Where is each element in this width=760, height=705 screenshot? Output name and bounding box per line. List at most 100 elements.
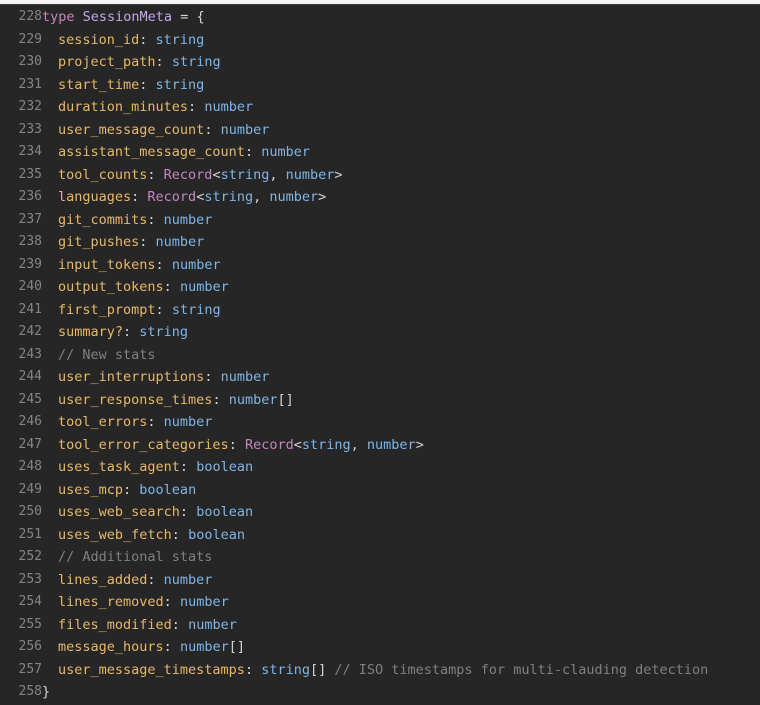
code-line[interactable]: 254 lines_removed: number	[0, 591, 760, 614]
type-annotation: number	[163, 414, 213, 430]
closing-brace: }	[42, 684, 51, 700]
assign-brace: = {	[172, 9, 205, 25]
code-line[interactable]: 255 files_modified: number	[0, 614, 760, 637]
code-line[interactable]: 257 user_message_timestamps: string[] // …	[0, 659, 760, 682]
line-number: 245	[18, 391, 42, 407]
type-arg: number	[366, 436, 416, 453]
code-line[interactable]: 243 // New stats	[0, 344, 760, 367]
angle-close: >	[318, 189, 327, 205]
code-line[interactable]: 238 git_pushes: number	[0, 231, 760, 254]
property-name: output_tokens	[58, 279, 164, 295]
type-arg: number	[285, 166, 335, 183]
property-name: tool_counts	[58, 166, 148, 183]
line-number: 237	[18, 211, 42, 227]
type-arg: string	[220, 166, 270, 183]
array-brackets: []	[309, 661, 327, 678]
colon: :	[155, 256, 172, 273]
type-annotation: number	[204, 99, 254, 115]
property-name: user_response_times	[58, 391, 213, 408]
code-line[interactable]: 236 languages: Record<string, number>	[0, 186, 760, 209]
code-line[interactable]: 239 input_tokens: number	[0, 254, 760, 277]
colon: :	[131, 189, 148, 205]
type-annotation: number	[261, 144, 310, 160]
property-name: summary?	[58, 324, 124, 340]
code-line[interactable]: 248 uses_task_agent: boolean	[0, 456, 760, 479]
comma: ,	[253, 189, 270, 205]
code-editor[interactable]: 228 type SessionMeta = { 229 session_id: s…	[0, 4, 760, 705]
code-line[interactable]: 244 user_interruptions: number	[0, 366, 760, 389]
code-line[interactable]: 232 duration_minutes: number	[0, 96, 760, 119]
angle-open: <	[212, 166, 221, 183]
colon: :	[139, 31, 156, 48]
code-line[interactable]: 241 first_prompt: string	[0, 299, 760, 322]
line-number: 256	[18, 639, 42, 654]
line-number: 254	[18, 594, 42, 609]
line-number: 244	[18, 369, 42, 384]
code-line[interactable]: 231 start_time: string	[0, 74, 760, 97]
colon: :	[155, 301, 172, 318]
type-annotation: string	[139, 324, 189, 340]
property-name: uses_mcp	[58, 481, 124, 498]
code-text: type SessionMeta = {	[42, 6, 205, 29]
code-line-footer[interactable]: 258}	[0, 681, 760, 704]
code-line[interactable]: 230 project_path: string	[0, 51, 760, 74]
angle-close: >	[334, 166, 343, 183]
code-line[interactable]: 245 user_response_times: number[]	[0, 389, 760, 412]
code-text: start_time: string	[42, 74, 204, 97]
code-line[interactable]: 233 user_message_count: number	[0, 119, 760, 142]
type-annotation: number	[179, 279, 229, 295]
line-number: 234	[18, 144, 42, 159]
code-line[interactable]: 249 uses_mcp: boolean	[0, 479, 760, 502]
type-annotation: boolean	[196, 504, 254, 520]
type-annotation: number	[228, 391, 278, 408]
code-line[interactable]: 240 output_tokens: number	[0, 276, 760, 299]
inline-comment: // ISO timestamps for multi-clauding det…	[334, 661, 709, 678]
line-number: 229	[18, 31, 42, 47]
generic-type: Record	[244, 436, 294, 453]
line-number: 235	[18, 166, 42, 182]
code-line[interactable]: 246 tool_errors: number	[0, 411, 760, 434]
code-line[interactable]: 234 assistant_message_count: number	[0, 141, 760, 164]
line-number: 242	[18, 324, 42, 339]
code-text: output_tokens: number	[42, 276, 229, 299]
colon: :	[123, 481, 140, 498]
line-number: 233	[18, 121, 42, 137]
type-annotation: number	[171, 256, 221, 273]
code-line[interactable]: 237 git_commits: number	[0, 209, 760, 232]
type-annotation: boolean	[139, 481, 197, 498]
code-body: 229 session_id: string 230 project_path: st…	[0, 29, 760, 682]
colon: :	[179, 459, 197, 475]
colon: :	[171, 526, 189, 543]
colon: :	[139, 234, 156, 250]
generic-type: Record	[163, 166, 213, 183]
code-line-header[interactable]: 228 type SessionMeta = {	[0, 6, 760, 29]
line-number: 257	[18, 661, 42, 677]
property-name: files_modified	[58, 616, 172, 633]
comment: // New stats	[58, 346, 156, 363]
code-line[interactable]: 235 tool_counts: Record<string, number>	[0, 164, 760, 187]
code-line[interactable]: 253 lines_added: number	[0, 569, 760, 592]
code-line[interactable]: 247 tool_error_categories: Record<string,…	[0, 434, 760, 457]
property-name: uses_web_search	[58, 504, 180, 520]
colon: :	[179, 504, 197, 520]
code-text: user_message_count: number	[42, 119, 269, 142]
line-number: 240	[18, 279, 42, 294]
line-number: 246	[18, 414, 42, 429]
code-line[interactable]: 256 message_hours: number[]	[0, 636, 760, 659]
code-line[interactable]: 250 uses_web_search: boolean	[0, 501, 760, 524]
code-text: git_commits: number	[42, 209, 212, 232]
code-line[interactable]: 242 summary?: string	[0, 321, 760, 344]
colon: :	[147, 414, 164, 430]
type-annotation: string	[261, 661, 310, 678]
property-name: tool_errors	[58, 414, 148, 430]
code-line[interactable]: 251 uses_web_fetch: boolean	[0, 524, 760, 547]
code-line[interactable]: 229 session_id: string	[0, 29, 760, 52]
array-brackets: []	[228, 639, 245, 655]
property-name: languages	[58, 189, 132, 205]
type-arg: string	[301, 436, 351, 453]
line-number: 248	[18, 459, 42, 474]
code-text: uses_task_agent: boolean	[42, 456, 253, 479]
code-text: session_id: string	[42, 29, 204, 52]
code-line[interactable]: 252 // Additional stats	[0, 546, 760, 569]
keyword-type: type	[42, 9, 75, 25]
